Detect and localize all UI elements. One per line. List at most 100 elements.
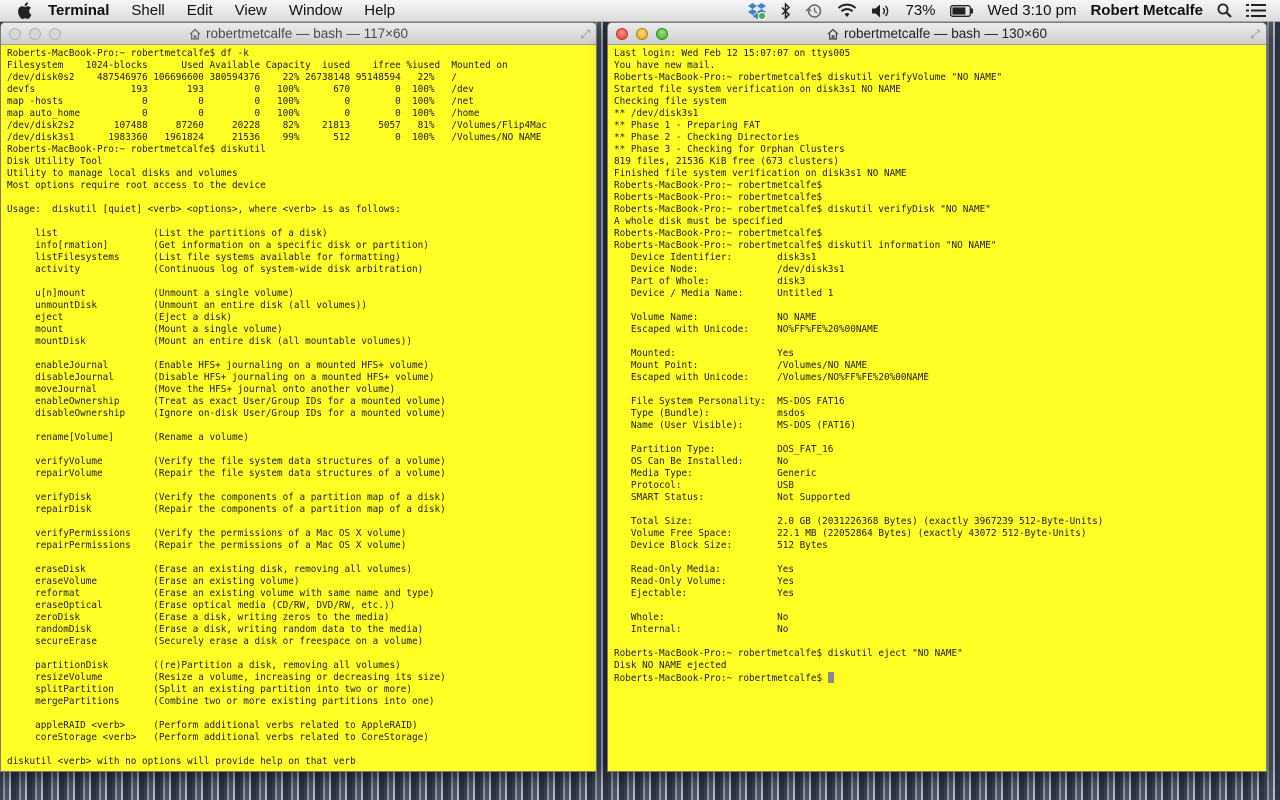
terminal-line: list (List the partitions of a disk) (7, 228, 328, 239)
terminal-line: OS Can Be Installed: No (614, 456, 789, 467)
minimize-button[interactable] (29, 28, 41, 40)
terminal-line: Device Identifier: disk3s1 (614, 252, 817, 263)
user-account-menu[interactable]: Robert Metcalfe (1090, 2, 1203, 19)
clock[interactable]: Wed 3:10 pm (988, 2, 1077, 19)
terminal-line: Escaped with Unicode: /Volumes/NO%FF%FE%… (614, 372, 930, 383)
terminal-line: enableOwnership (Treat as exact User/Gro… (7, 396, 446, 407)
terminal-line: repairDisk (Repair the components of a p… (7, 504, 446, 515)
status-area: 73% Wed 3:10 pm Robert Metcalfe (747, 0, 1280, 22)
terminal-line: Checking file system (614, 96, 727, 107)
zoom-button[interactable] (49, 28, 61, 40)
terminal-line: enableJournal (Enable HFS+ journaling on… (7, 360, 429, 371)
notification-center-icon[interactable] (1246, 3, 1266, 18)
terminal-line: eject (Eject a disk) (7, 312, 233, 323)
minimize-button[interactable] (636, 28, 648, 40)
menu-edit[interactable]: Edit (187, 2, 213, 19)
terminal-line: Internal: No (614, 624, 789, 635)
left-terminal-output[interactable]: Roberts-MacBook-Pro:~ robertmetcalfe$ df… (1, 45, 596, 771)
home-folder-icon (827, 28, 839, 40)
apple-menu-icon[interactable] (0, 2, 48, 19)
terminal-line: moveJournal (Move the HFS+ journal onto … (7, 384, 396, 395)
terminal-line: /dev/disk3s1 1983360 1961824 21536 99% 5… (7, 132, 542, 143)
terminal-line: mergePartitions (Combine two or more exi… (7, 696, 435, 707)
left-window-title: robertmetcalfe — bash — 117×60 (206, 26, 408, 41)
left-window-titlebar[interactable]: robertmetcalfe — bash — 117×60 ⤢ (1, 23, 596, 45)
terminal-line: ** /dev/disk3s1 (614, 108, 699, 119)
terminal-line: Roberts-MacBook-Pro:~ robertmetcalfe$ (614, 180, 823, 191)
time-machine-icon[interactable] (805, 3, 823, 19)
left-terminal-window[interactable]: robertmetcalfe — bash — 117×60 ⤢ Roberts… (0, 22, 597, 772)
terminal-line: Last login: Wed Feb 12 15:07:07 on ttys0… (614, 48, 851, 59)
terminal-line: disableJournal (Disable HFS+ journaling … (7, 372, 435, 383)
terminal-line: listFilesystems (List file systems avail… (7, 252, 401, 263)
terminal-line: /dev/disk0s2 487546976 106696600 3805943… (7, 72, 458, 83)
wifi-icon[interactable] (837, 3, 857, 18)
terminal-line: repairVolume (Repair the file system dat… (7, 468, 446, 479)
terminal-line: Device / Media Name: Untitled 1 (614, 288, 834, 299)
fullscreen-icon[interactable]: ⤢ (1250, 27, 1260, 42)
terminal-line: Read-Only Volume: Yes (614, 576, 795, 587)
zoom-button[interactable] (656, 28, 668, 40)
terminal-line: secureErase (Securely erase a disk or fr… (7, 636, 424, 647)
terminal-line: Roberts-MacBook-Pro:~ robertmetcalfe$ di… (614, 648, 963, 659)
terminal-line: devfs 193 193 0 100% 670 0 100% /dev (7, 84, 474, 95)
terminal-line: Disk NO NAME ejected (614, 660, 727, 671)
terminal-line: Disk Utility Tool (7, 156, 103, 167)
terminal-line: Finished file system verification on dis… (614, 168, 907, 179)
right-terminal-window[interactable]: robertmetcalfe — bash — 130×60 ⤢ Last lo… (607, 22, 1267, 772)
terminal-line: u[n]mount (Unmount a single volume) (7, 288, 294, 299)
terminal-line: unmountDisk (Unmount an entire disk (all… (7, 300, 368, 311)
terminal-line: Roberts-MacBook-Pro:~ robertmetcalfe$ df… (7, 48, 249, 59)
terminal-line: Partition Type: DOS_FAT_16 (614, 444, 834, 455)
window-controls (616, 28, 676, 40)
terminal-line: coreStorage <verb> (Perform additional v… (7, 732, 429, 743)
dropbox-icon[interactable] (747, 2, 767, 20)
terminal-line: rename[Volume] (Rename a volume) (7, 432, 249, 443)
terminal-line: Utility to manage local disks and volume… (7, 168, 238, 179)
close-button[interactable] (616, 28, 628, 40)
battery-icon[interactable] (949, 4, 974, 17)
bluetooth-icon[interactable] (781, 2, 791, 19)
menu-shell[interactable]: Shell (131, 2, 164, 19)
terminal-line: Volume Name: NO NAME (614, 312, 817, 323)
spotlight-search-icon[interactable] (1217, 3, 1232, 18)
terminal-line: Ejectable: Yes (614, 588, 795, 599)
terminal-line: repairPermissions (Repair the permission… (7, 540, 407, 551)
home-folder-icon (189, 28, 201, 40)
window-controls (9, 28, 69, 40)
menu-help[interactable]: Help (364, 2, 395, 19)
terminal-line: Total Size: 2.0 GB (2031226368 Bytes) (e… (614, 516, 1104, 527)
right-window-titlebar[interactable]: robertmetcalfe — bash — 130×60 ⤢ (608, 23, 1266, 45)
terminal-line: eraseOptical (Erase optical media (CD/RW… (7, 600, 396, 611)
fullscreen-icon[interactable]: ⤢ (580, 27, 590, 42)
close-button[interactable] (9, 28, 21, 40)
battery-percentage[interactable]: 73% (905, 2, 935, 19)
terminal-line: disableOwnership (Ignore on-disk User/Gr… (7, 408, 446, 419)
terminal-line: Most options require root access to the … (7, 180, 266, 191)
terminal-line: verifyDisk (Verify the components of a p… (7, 492, 446, 503)
terminal-line: 819 files, 21536 KiB free (673 clusters) (614, 156, 840, 167)
terminal-line: appleRAID <verb> (Perform additional ver… (7, 720, 418, 731)
app-name-menu[interactable]: Terminal (48, 2, 109, 19)
volume-icon[interactable] (871, 3, 891, 19)
terminal-line: Whole: No (614, 612, 789, 623)
menu-view[interactable]: View (235, 2, 267, 19)
right-window-title: robertmetcalfe — bash — 130×60 (844, 26, 1047, 41)
right-terminal-output[interactable]: Last login: Wed Feb 12 15:07:07 on ttys0… (608, 45, 1266, 688)
menu-window[interactable]: Window (289, 2, 342, 19)
terminal-line: Mount Point: /Volumes/NO NAME (614, 360, 868, 371)
